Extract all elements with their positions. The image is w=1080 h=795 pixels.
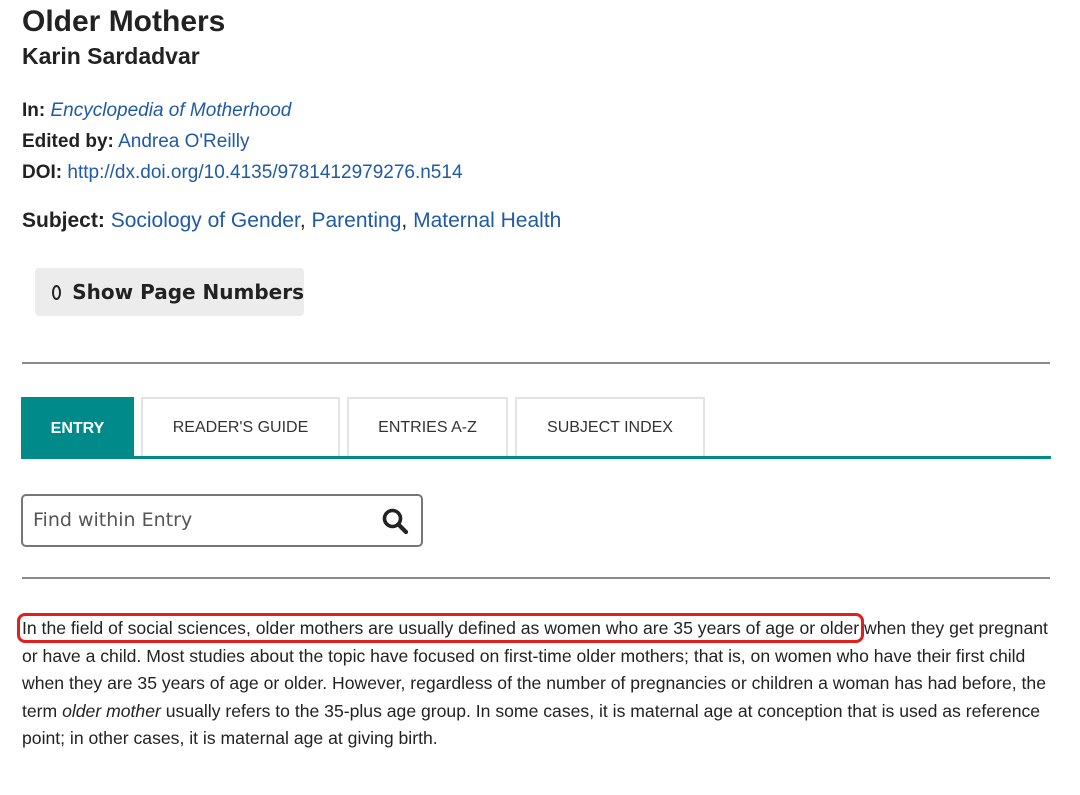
circle-icon <box>52 284 62 300</box>
tab-entry[interactable]: ENTRY <box>21 397 134 459</box>
meta-in: In: Encyclopedia of Motherhood <box>22 99 291 123</box>
editor-link[interactable]: Andrea O'Reilly <box>118 131 249 152</box>
find-within-entry <box>21 494 423 547</box>
meta-edited-by: Edited by: Andrea O'Reilly <box>22 130 249 154</box>
divider <box>22 362 1050 364</box>
tab-readers-guide-label: READER'S GUIDE <box>172 419 309 436</box>
tab-subject-index-label: SUBJECT INDEX <box>547 419 673 436</box>
entry-tabs: ENTRY READER'S GUIDE ENTRIES A-Z SUBJECT… <box>21 397 1051 459</box>
show-page-numbers-button[interactable]: Show Page Numbers <box>35 268 304 316</box>
divider <box>22 577 1050 579</box>
subject-separator: , <box>401 209 408 232</box>
meta-doi-label: DOI: <box>22 162 63 183</box>
meta-doi: DOI: http://dx.doi.org/10.4135/978141297… <box>22 161 463 185</box>
tabs-underline <box>21 456 1051 459</box>
author-name: Karin Sardadvar <box>22 43 200 69</box>
search-input[interactable] <box>33 504 363 536</box>
highlighted-sentence: In the field of social sciences, older m… <box>16 613 865 643</box>
page-title: Older Mothers <box>22 5 226 38</box>
meta-in-label: In: <box>22 100 46 121</box>
entry-body-paragraph: In the field of social sciences, older m… <box>16 613 1050 753</box>
subject-link-parenting[interactable]: Parenting <box>312 209 402 232</box>
doi-link[interactable]: http://dx.doi.org/10.4135/9781412979276.… <box>67 162 462 183</box>
subject-link-maternal-health[interactable]: Maternal Health <box>413 209 561 232</box>
subject-link-sociology[interactable]: Sociology of Gender <box>111 209 300 232</box>
subject-line: Subject: Sociology of Gender, Parenting,… <box>22 207 561 235</box>
entry-page: Older Mothers Karin Sardadvar In: Encycl… <box>0 0 1080 795</box>
encyclopedia-link[interactable]: Encyclopedia of Motherhood <box>51 100 292 121</box>
show-page-numbers-label: Show Page Numbers <box>72 280 304 304</box>
entry-term: older mother <box>62 700 161 721</box>
subject-label: Subject: <box>22 209 105 232</box>
meta-edited-label: Edited by: <box>22 131 114 152</box>
tab-subject-index[interactable]: SUBJECT INDEX <box>515 397 705 457</box>
entry-text-part: usually refers to the 35-plus age group.… <box>22 700 1041 749</box>
search-icon[interactable] <box>381 507 409 535</box>
subject-separator: , <box>299 209 306 232</box>
tab-entries-a-z[interactable]: ENTRIES A-Z <box>347 397 508 457</box>
tab-entries-a-z-label: ENTRIES A-Z <box>378 419 477 436</box>
tab-entry-label: ENTRY <box>50 420 105 437</box>
tab-readers-guide[interactable]: READER'S GUIDE <box>141 397 340 457</box>
